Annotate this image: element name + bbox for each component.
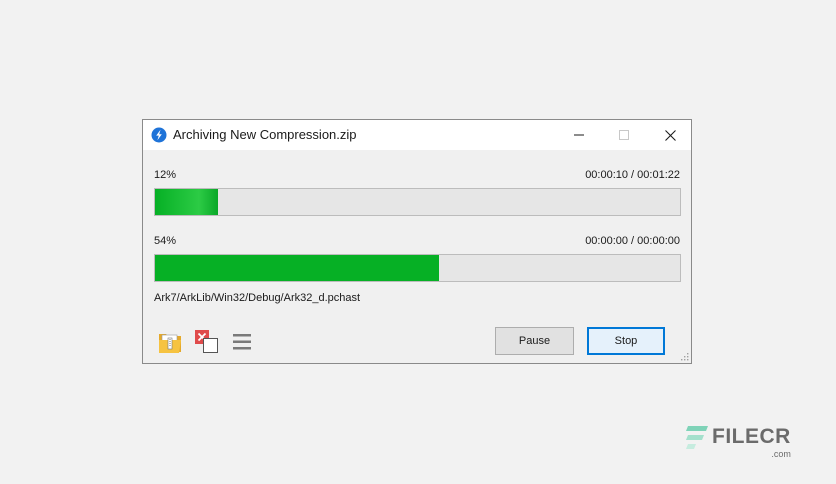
open-folder-icon[interactable] (157, 329, 183, 355)
watermark-text: FILECR .com (712, 425, 791, 459)
maximize-icon (619, 130, 629, 140)
maximize-button[interactable] (601, 120, 647, 150)
minimize-button[interactable] (556, 120, 602, 150)
file-progress-fill (155, 255, 439, 281)
current-file-path: Ark7/ArkLib/Win32/Debug/Ark32_d.pchast (154, 292, 361, 304)
close-icon (664, 129, 676, 141)
pause-button[interactable]: Pause (495, 327, 574, 355)
stop-button[interactable]: Stop (587, 327, 665, 355)
file-progress-percent: 54% (154, 235, 177, 247)
bandizip-app-icon (151, 127, 167, 143)
total-progress-fill (155, 189, 218, 215)
menu-icon[interactable] (231, 329, 257, 355)
resize-grip-icon[interactable] (679, 351, 689, 361)
total-progress-bar (154, 188, 681, 216)
filecr-watermark: FILECR .com (684, 424, 791, 459)
archive-progress-window: Archiving New Compression.zip 12% 00:00:… (142, 119, 692, 364)
title-bar[interactable]: Archiving New Compression.zip (143, 120, 691, 150)
minimize-icon (574, 134, 584, 136)
total-progress-time: 00:00:10 / 00:01:22 (585, 169, 680, 181)
total-progress-percent: 12% (154, 169, 177, 181)
filecr-logo-icon (686, 426, 708, 449)
file-progress-bar (154, 254, 681, 282)
window-title: Archiving New Compression.zip (173, 127, 357, 142)
watermark-brand: FILECR (712, 425, 791, 448)
close-button[interactable] (647, 120, 693, 150)
watermark-domain: .com (771, 449, 791, 459)
remove-icon[interactable] (194, 329, 220, 355)
file-progress-time: 00:00:00 / 00:00:00 (585, 235, 680, 247)
